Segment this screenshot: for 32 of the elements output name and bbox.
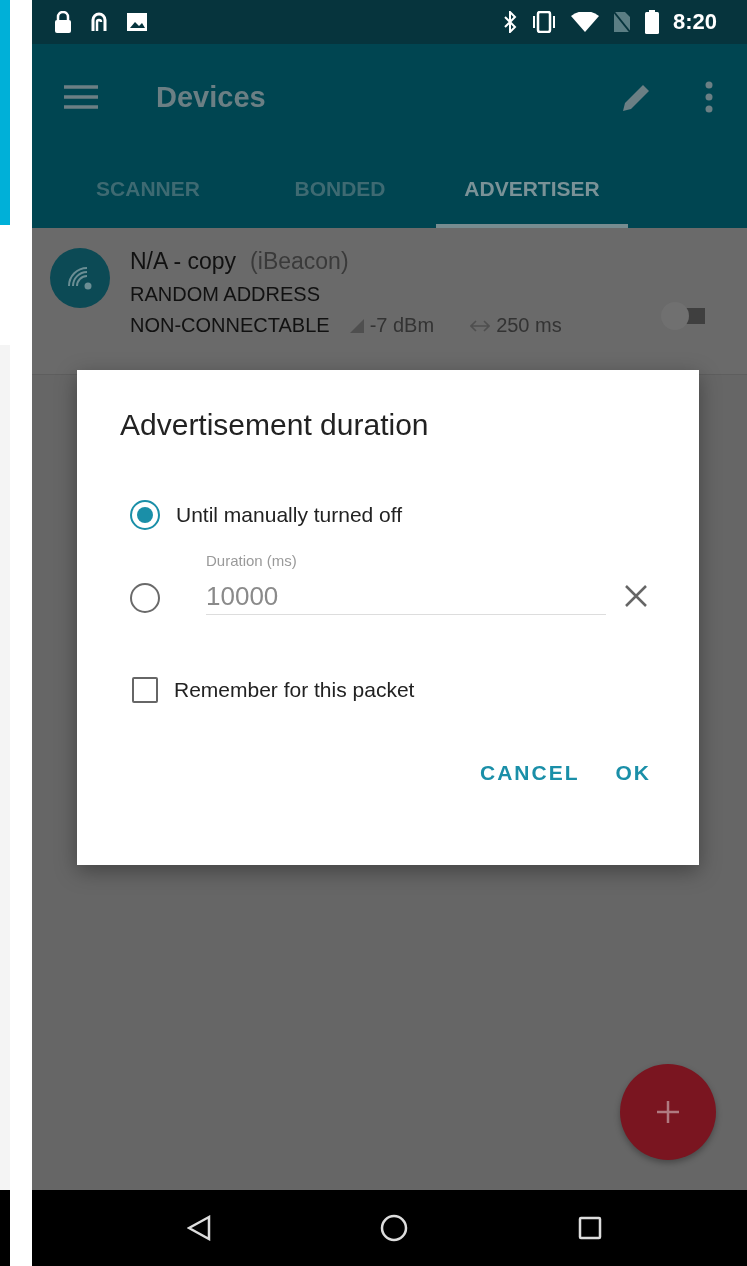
interval-arrows-icon xyxy=(470,318,491,333)
tx-power: -7 dBm xyxy=(369,314,435,337)
signal-icon xyxy=(349,318,364,333)
bluetooth-icon xyxy=(502,11,517,33)
more-icon[interactable] xyxy=(705,81,713,113)
tab[interactable]: BONDED xyxy=(244,150,436,228)
close-icon[interactable] xyxy=(624,583,648,608)
plus-icon xyxy=(657,1101,679,1123)
broadcast-icon xyxy=(50,248,110,308)
screen-title: Devices xyxy=(156,80,266,114)
lock-icon xyxy=(54,11,72,33)
no-sim-icon xyxy=(612,11,631,33)
menu-icon[interactable] xyxy=(64,85,98,109)
address-type: RANDOM ADDRESS xyxy=(130,283,322,306)
wifi-icon xyxy=(570,12,599,32)
connectable-status: NON-CONNECTABLE xyxy=(130,314,330,337)
home-icon[interactable] xyxy=(380,1214,409,1242)
dialog-title: Advertisement duration xyxy=(120,408,430,442)
back-icon[interactable] xyxy=(186,1215,211,1241)
checkbox[interactable] xyxy=(132,677,158,703)
dialog-button[interactable]: CANCEL xyxy=(472,755,588,791)
image-icon xyxy=(126,12,148,32)
device-name: N/A - copy xyxy=(130,248,237,275)
recents-icon[interactable] xyxy=(578,1216,603,1240)
radio-button[interactable] xyxy=(130,500,160,530)
clock-time: 8:20 xyxy=(672,9,717,35)
vibrate-icon xyxy=(530,11,557,33)
checkbox-label[interactable]: Remember for this packet xyxy=(174,678,415,702)
battery-icon xyxy=(644,10,659,34)
dialog-button[interactable]: OK xyxy=(607,755,659,791)
option-label[interactable]: Until manually turned off xyxy=(176,503,403,527)
tab[interactable]: SCANNER xyxy=(52,150,244,228)
